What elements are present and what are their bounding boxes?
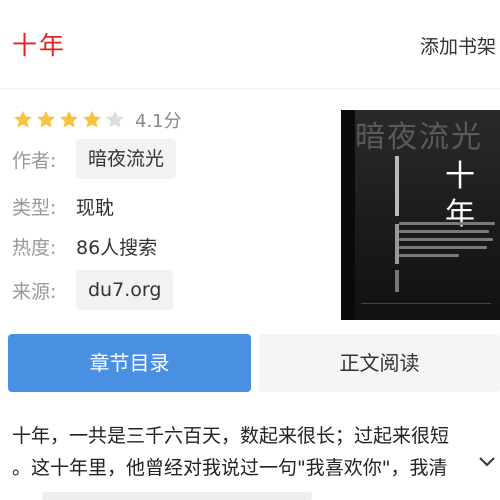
star-empty-icon xyxy=(106,110,124,128)
add-to-shelf-button[interactable]: 添加书架 xyxy=(420,32,496,59)
bottom-tag-strip xyxy=(42,492,312,500)
divider xyxy=(0,88,500,89)
genre-label: 类型: xyxy=(12,196,57,219)
summary-fade xyxy=(440,448,480,480)
chevron-down-icon[interactable] xyxy=(478,456,496,468)
cover-author-text: 暗夜流光 xyxy=(355,120,483,155)
summary-line: 十年，一共是三千六百天，数起来很长；过起来很短 xyxy=(12,425,450,447)
genre-row: 类型: 现耽 xyxy=(12,186,114,226)
cover-spine xyxy=(341,110,355,320)
author-row: 作者: 暗夜流光 xyxy=(12,139,177,179)
cover-footer xyxy=(361,303,491,314)
star-icon xyxy=(83,110,101,128)
star-icon xyxy=(37,110,55,128)
source-label: 来源: xyxy=(12,280,57,303)
popularity-row: 热度: 86人搜索 xyxy=(12,226,157,266)
popularity-label: 热度: xyxy=(12,236,57,259)
genre-value: 现耽 xyxy=(76,196,115,219)
popularity-value: 86人搜索 xyxy=(76,236,158,259)
read-text-button[interactable]: 正文阅读 xyxy=(259,334,500,392)
top-bar: 十年 添加书架 xyxy=(0,0,500,88)
author-label: 作者: xyxy=(12,149,57,172)
book-summary: 十年，一共是三千六百天，数起来很长；过起来很短 。这十年里，他曾经对我说过一句"… xyxy=(12,420,482,484)
rating-score: 4.1分 xyxy=(135,111,182,132)
source-chip[interactable]: du7.org xyxy=(76,270,174,310)
author-chip[interactable]: 暗夜流光 xyxy=(76,139,177,179)
table-of-contents-button[interactable]: 章节目录 xyxy=(8,334,251,392)
book-cover[interactable]: 暗夜流光 十年 xyxy=(341,110,500,320)
cover-blurb xyxy=(399,222,495,262)
star-icon xyxy=(14,110,32,128)
source-row: 来源: du7.org xyxy=(12,270,174,310)
star-icon xyxy=(60,110,78,128)
rating: 4.1分 xyxy=(12,107,182,133)
summary-line: 。这十年里，他曾经对我说过一句"我喜欢你"，我清 xyxy=(12,457,448,479)
book-title: 十年 xyxy=(12,31,67,60)
